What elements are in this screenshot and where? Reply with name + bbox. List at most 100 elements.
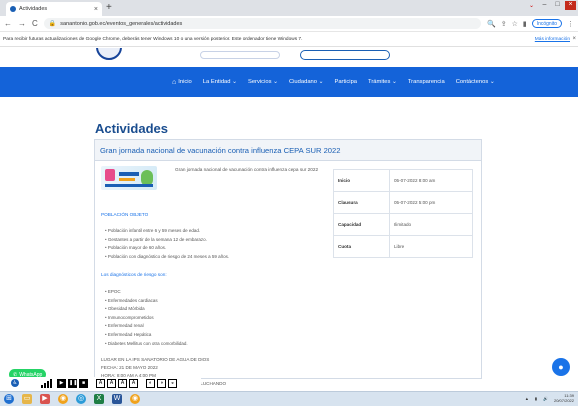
list-item: Diabetes Mellitus con otra comorbilidad. (105, 340, 188, 349)
nav-item-label: Inicio (178, 79, 192, 85)
site-logo[interactable] (96, 48, 122, 60)
banner-shape (119, 172, 139, 176)
file-explorer-icon[interactable]: ▭ (22, 394, 32, 404)
contrast-invert-button[interactable]: ◑ (157, 378, 166, 388)
tray-arrow-icon[interactable]: ▲ (525, 396, 529, 401)
forward-icon[interactable]: → (18, 19, 26, 28)
riesgo-list: EPOC Enfermedades cardiacas Obesidad Mór… (105, 288, 188, 348)
detail-value: 05-07-2022 8:00 am (389, 169, 473, 192)
chrome-icon[interactable]: ◉ (58, 394, 68, 404)
riesgo-heading: Los diagnósticos de riesgo son: (101, 272, 167, 277)
event-body: Gran jornada nacional de vacunación cont… (95, 161, 481, 386)
new-tab-icon[interactable]: + (106, 2, 112, 14)
start-icon[interactable]: ⊞ (4, 394, 14, 404)
contrast-button[interactable]: ◐ (146, 378, 155, 388)
volume-icon[interactable]: 🔊 (543, 396, 548, 401)
nav-item-contactenos[interactable]: Contáctenos ⌄ (456, 79, 495, 85)
address-bar-row: ← → C 🔒 sanantonio.gob.ec/eventos_genera… (0, 16, 578, 32)
table-row: Capacidad Ilimitado (333, 213, 473, 236)
page-title: Actividades (95, 121, 168, 136)
pause-button[interactable]: ❚❚ (68, 378, 77, 388)
incognito-badge[interactable]: Incógnito (531, 19, 562, 28)
list-item: Población mayor de 60 años. (105, 244, 229, 253)
font-reset-button[interactable]: A (118, 378, 127, 388)
event-location: LUGAR EN LA IPS SANATORIO DE AGUA DE DIO… (101, 357, 210, 362)
list-item: Enfermedad Hepática (105, 331, 188, 340)
bookmark-star-icon[interactable]: ☆ (512, 20, 518, 28)
event-details-table: Inicio 05-07-2022 8:00 am Clausura 05-07… (333, 169, 473, 258)
tab-strip: Actividades × + ⌄ – □ × (0, 0, 578, 16)
nav-item-participa[interactable]: Participa (334, 79, 357, 85)
browser-tab[interactable]: Actividades × (6, 2, 102, 16)
tab-search-icon[interactable]: ⌄ (529, 2, 534, 9)
word-icon[interactable]: W (112, 394, 122, 404)
site-header (0, 48, 578, 67)
site-favicon-icon (10, 6, 16, 12)
poblacion-heading: POBLACIÓN OBJETO (101, 212, 149, 217)
nav-item-ciudadano[interactable]: Ciudadano ⌄ (289, 79, 324, 85)
nav-item-tramites[interactable]: Trámites ⌄ (368, 79, 397, 85)
chrome-active-icon[interactable]: ◉ (130, 394, 140, 404)
zoom-icon[interactable]: 🔍 (487, 20, 496, 28)
bar (41, 384, 43, 388)
volume-bars-icon[interactable] (41, 378, 52, 388)
nav-item-transparencia[interactable]: Transparencia (408, 79, 445, 85)
accessibility-toolbar: ♿ ▶ ❚❚ ■ A A A A ◐ ◑ ◒ (9, 377, 201, 389)
site-header-button[interactable] (300, 50, 390, 60)
info-bar-link[interactable]: Más información (535, 37, 570, 42)
detail-key: Clausura (333, 191, 390, 214)
banner-shape (119, 178, 135, 181)
reload-icon[interactable]: C (32, 19, 38, 28)
event-title: Gran jornada nacional de vacunación cont… (95, 140, 481, 161)
clock[interactable]: 11:39 20/07/2022 (554, 393, 574, 403)
nav-item-servicios[interactable]: Servicios ⌄ (248, 79, 278, 85)
banner-shape (105, 169, 115, 181)
detail-key: Cuota (333, 235, 390, 258)
browser-icon[interactable]: ◎ (76, 394, 86, 404)
maximize-icon[interactable]: □ (552, 1, 563, 10)
table-row: Inicio 05-07-2022 8:00 am (333, 169, 473, 192)
url-field[interactable]: 🔒 sanantonio.gob.ec/eventos_generales/ac… (43, 18, 481, 29)
close-tab-icon[interactable]: × (94, 6, 98, 13)
info-bar-close-icon[interactable]: × (572, 36, 576, 42)
site-search-input[interactable] (200, 51, 280, 59)
tab-title: Actividades (19, 6, 48, 12)
play-button[interactable]: ▶ (57, 378, 66, 388)
stop-button[interactable]: ■ (79, 378, 88, 388)
grayscale-button[interactable]: ◒ (168, 378, 177, 388)
close-window-icon[interactable]: × (565, 1, 576, 10)
share-icon[interactable]: ⇪ (501, 20, 507, 28)
poblacion-list: Población infantil entre 6 y 59 meses de… (105, 227, 229, 261)
font-style-button[interactable]: A (129, 378, 138, 388)
chat-bubble-icon[interactable]: ● (552, 358, 570, 376)
minimize-icon[interactable]: – (539, 1, 550, 10)
bar (50, 378, 52, 388)
event-card: Gran jornada nacional de vacunación cont… (94, 139, 482, 386)
list-item: Enfermedad renal (105, 322, 188, 331)
system-tray: ▲ ▮ 🔊 11:39 20/07/2022 (525, 393, 574, 403)
banner-shape (105, 184, 153, 187)
back-icon[interactable]: ← (4, 19, 12, 28)
menu-kebab-icon[interactable]: ⋮ (567, 20, 574, 28)
media-player-icon[interactable]: ▶ (40, 394, 50, 404)
windows-taskbar: ⊞ ▭ ▶ ◉ ◎ X W ◉ ▲ ▮ 🔊 11:39 20/07/2022 (0, 391, 578, 406)
event-banner-image[interactable] (101, 166, 157, 190)
detail-value: Libre (389, 235, 473, 258)
list-item: EPOC (105, 288, 188, 297)
accessibility-icon[interactable]: ♿ (11, 379, 19, 387)
font-decrease-button[interactable]: A (107, 378, 116, 388)
lock-icon[interactable]: 🔒 (49, 20, 56, 27)
nav-item-inicio[interactable]: ⌂ Inicio (172, 79, 192, 86)
home-icon: ⌂ (172, 78, 177, 86)
nav-item-la-entidad[interactable]: La Entidad ⌄ (203, 79, 237, 85)
detail-value: 05-07-2022 5:00 pm (389, 191, 473, 214)
list-item: Obesidad Mórbida (105, 305, 188, 314)
font-increase-button[interactable]: A (96, 378, 105, 388)
excel-icon[interactable]: X (94, 394, 104, 404)
side-panel-icon[interactable]: ▮ (523, 20, 527, 28)
chrome-info-bar: Para recibir futuras actualizaciones de … (0, 33, 578, 47)
network-icon[interactable]: ▮ (535, 396, 537, 401)
bar (44, 382, 46, 388)
window-controls: ⌄ – □ × (529, 1, 576, 10)
list-item: Inmunocomprometidos (105, 314, 188, 323)
